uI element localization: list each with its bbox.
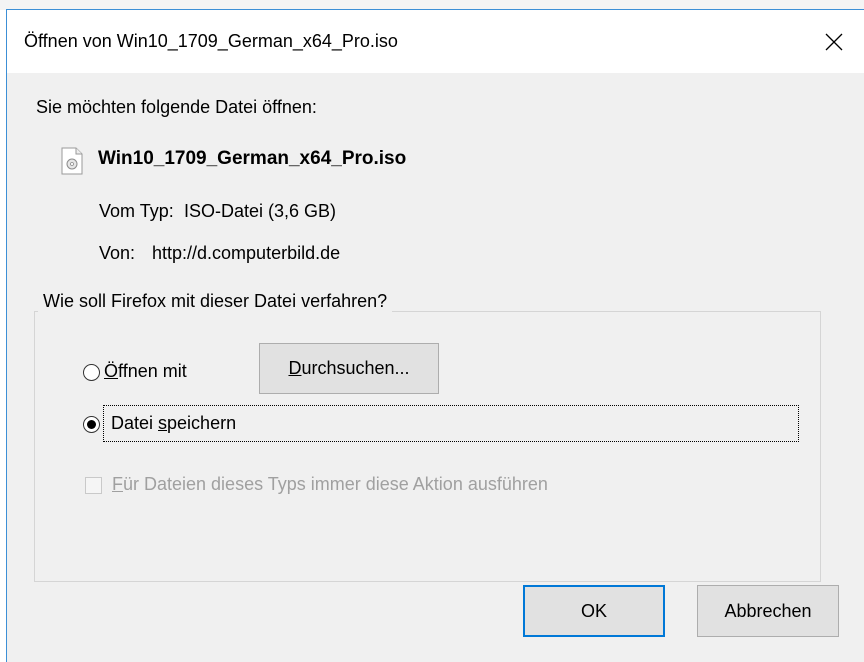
save-file-mnemonic: s bbox=[158, 413, 168, 433]
open-with-radio[interactable] bbox=[83, 364, 100, 381]
ok-button[interactable]: OK bbox=[523, 585, 665, 637]
save-file-radio[interactable] bbox=[83, 416, 100, 433]
download-dialog: Öffnen von Win10_1709_German_x64_Pro.iso… bbox=[6, 9, 864, 662]
file-icon bbox=[61, 147, 83, 175]
save-file-prefix: Datei bbox=[111, 413, 159, 433]
radio-selected-dot bbox=[87, 420, 96, 429]
close-icon bbox=[825, 33, 843, 50]
always-action-checkbox[interactable] bbox=[85, 477, 102, 494]
browse-button[interactable]: Durchsuchen... bbox=[259, 343, 439, 394]
type-value: ISO-Datei (3,6 GB) bbox=[184, 201, 337, 221]
cancel-button[interactable]: Abbrechen bbox=[697, 585, 839, 637]
open-with-label[interactable]: Öffnen mit bbox=[104, 361, 187, 382]
always-action-rest: ür Dateien dieses Typs immer diese Aktio… bbox=[123, 474, 548, 494]
browse-label-rest: urchsuchen... bbox=[301, 358, 410, 378]
open-with-mnemonic: Ö bbox=[104, 361, 119, 381]
action-group-legend: Wie soll Firefox mit dieser Datei verfah… bbox=[38, 291, 393, 312]
file-name: Win10_1709_German_x64_Pro.iso bbox=[98, 148, 407, 169]
always-action-mnemonic: F bbox=[112, 474, 123, 494]
save-file-rest: peichern bbox=[167, 413, 237, 433]
title-bar: Öffnen von Win10_1709_German_x64_Pro.iso bbox=[7, 10, 864, 73]
dialog-title: Öffnen von Win10_1709_German_x64_Pro.iso bbox=[24, 31, 398, 51]
open-with-label-rest: ffnen mit bbox=[118, 361, 187, 381]
browse-mnemonic: D bbox=[288, 358, 302, 378]
save-file-label[interactable]: Datei speichern bbox=[111, 413, 236, 434]
intro-text: Sie möchten folgende Datei öffnen: bbox=[36, 97, 317, 117]
type-label: Vom Typ: bbox=[99, 201, 174, 221]
source-label: Von: bbox=[99, 243, 136, 263]
source-url: http://d.computerbild.de bbox=[152, 243, 341, 263]
always-action-label: Für Dateien dieses Typs immer diese Akti… bbox=[112, 474, 548, 495]
close-button[interactable] bbox=[804, 10, 864, 73]
